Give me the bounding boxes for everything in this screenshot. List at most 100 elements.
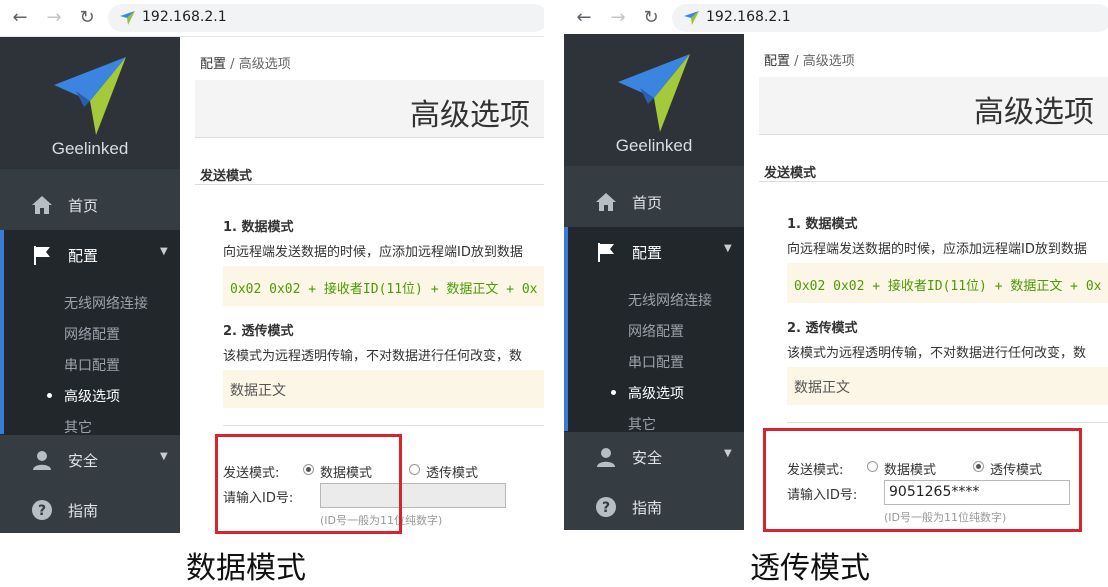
home-icon [596, 193, 616, 211]
breadcrumb-current: 高级选项 [802, 54, 855, 69]
nav-item-config[interactable]: 配置 ▼ [564, 227, 744, 277]
brand-name: Geelinked [615, 136, 693, 155]
submenu-item-network[interactable]: 网络配置 [64, 324, 120, 344]
radio-transparent-mode[interactable] [409, 464, 420, 475]
nav-item-home[interactable]: 首页 [0, 180, 180, 230]
nav-label: 安全 [632, 449, 663, 467]
nav-item-home[interactable]: 首页 [564, 177, 744, 227]
breadcrumb: 配置 / 高级选项 [764, 50, 855, 69]
mode2-description: 该模式为远程透明传输，不对数据进行任何改变，数 [223, 349, 523, 364]
config-submenu: 无线网络连接 网络配置 串口配置 高级选项 其它 [564, 277, 744, 434]
reload-icon[interactable]: ↻ [77, 7, 97, 28]
address-bar[interactable]: 192.168.2.1 [108, 4, 544, 32]
submenu-item-wifi[interactable]: 无线网络连接 [64, 293, 148, 313]
nav-item-guide[interactable]: ? 指南 [564, 482, 744, 532]
site-favicon-icon [684, 11, 699, 25]
address-bar[interactable]: 192.168.2.1 [672, 4, 1108, 32]
caret-down-icon: ▼ [724, 448, 732, 459]
site-favicon-icon [120, 11, 135, 25]
nav-item-security[interactable]: 安全 ▼ [564, 432, 744, 482]
forward-arrow-icon[interactable]: → [608, 7, 628, 28]
nav-label: 首页 [68, 197, 99, 215]
browser-toolbar: ← → ↻ 192.168.2.1 [0, 0, 544, 37]
breadcrumb-parent[interactable]: 配置 [200, 57, 226, 72]
panel-data-mode: ← → ↻ 192.168.2.1 Geelinked 首页 配置 ▼ 无线网络… [0, 0, 544, 587]
brand-area: Geelinked [0, 37, 180, 169]
submenu-item-advanced[interactable]: 高级选项 [628, 383, 684, 403]
caption-transparent-mode: 透传模式 [750, 551, 870, 586]
mode1-code: 0x02 0x02 + 接收者ID(11位) + 数据正文 + 0x [794, 279, 1102, 294]
user-icon [33, 451, 51, 470]
nav-menu: 首页 配置 ▼ 无线网络连接 网络配置 串口配置 高级选项 其它 安全 ▼ ? … [0, 169, 180, 533]
page-header: 高级选项 [759, 77, 1108, 135]
breadcrumb: 配置 / 高级选项 [200, 53, 291, 72]
flag-icon [598, 243, 614, 262]
nav-label: 指南 [632, 499, 663, 517]
help-icon: ? [596, 497, 616, 517]
active-indicator [0, 230, 4, 434]
brand-area: Geelinked [564, 34, 744, 166]
breadcrumb-sep: / [230, 57, 235, 72]
url-text: 192.168.2.1 [142, 9, 227, 25]
section-title: 发送模式 [764, 166, 817, 181]
mode2-body: 数据正文 [230, 383, 286, 399]
nav-item-config[interactable]: 配置 ▼ [0, 230, 180, 280]
submenu-item-wifi[interactable]: 无线网络连接 [628, 290, 712, 310]
user-icon [597, 448, 615, 467]
mode1-heading: 1. 数据模式 [787, 217, 858, 232]
geelinked-logo-icon [54, 57, 126, 135]
browser-toolbar: ← → ↻ 192.168.2.1 [564, 0, 1108, 37]
breadcrumb-sep: / [794, 54, 799, 69]
back-arrow-icon[interactable]: ← [574, 7, 594, 28]
submenu-item-other[interactable]: 其它 [64, 417, 92, 437]
nav-item-guide[interactable]: ? 指南 [0, 485, 180, 535]
divider [759, 181, 1108, 182]
submenu-item-advanced[interactable]: 高级选项 [64, 386, 120, 406]
back-arrow-icon[interactable]: ← [10, 7, 30, 28]
svg-text:?: ? [38, 503, 46, 519]
sidebar: Geelinked 首页 配置 ▼ 无线网络连接 网络配置 串口配置 高级选项 … [0, 37, 180, 533]
mode2-body-block: 数据正文 [223, 370, 544, 408]
home-icon [32, 196, 52, 214]
nav-label: 配置 [632, 244, 663, 262]
submenu-item-serial[interactable]: 串口配置 [64, 355, 120, 375]
submenu-item-other[interactable]: 其它 [628, 414, 656, 434]
nav-label: 配置 [68, 247, 99, 265]
mode2-body-block: 数据正文 [787, 367, 1108, 405]
current-bullet-icon [611, 390, 616, 395]
forward-arrow-icon[interactable]: → [44, 7, 64, 28]
geelinked-logo-icon [618, 54, 690, 132]
submenu-item-serial[interactable]: 串口配置 [628, 352, 684, 372]
mode1-heading: 1. 数据模式 [223, 220, 294, 235]
flag-icon [34, 246, 50, 265]
help-icon: ? [32, 500, 52, 520]
caret-down-icon: ▼ [160, 246, 168, 257]
caret-down-icon: ▼ [160, 451, 168, 462]
svg-text:?: ? [602, 500, 610, 516]
nav-menu: 首页 配置 ▼ 无线网络连接 网络配置 串口配置 高级选项 其它 安全 ▼ ? … [564, 166, 744, 530]
section-title: 发送模式 [200, 169, 253, 184]
mode1-description: 向远程端发送数据的时候，应添加远程端ID放到数据 [787, 242, 1087, 257]
breadcrumb-current: 高级选项 [238, 57, 291, 72]
url-text: 192.168.2.1 [706, 9, 791, 25]
sidebar: Geelinked 首页 配置 ▼ 无线网络连接 网络配置 串口配置 高级选项 … [564, 34, 744, 530]
mode1-code-block: 0x02 0x02 + 接收者ID(11位) + 数据正文 + 0x [223, 266, 544, 306]
nav-label: 安全 [68, 452, 99, 470]
caret-down-icon: ▼ [724, 243, 732, 254]
mode1-description: 向远程端发送数据的时候，应添加远程端ID放到数据 [223, 245, 523, 260]
divider [787, 422, 1108, 423]
panel-transparent-mode: ← → ↻ 192.168.2.1 Geelinked 首页 配置 ▼ 无线网络… [564, 0, 1108, 587]
divider [223, 425, 544, 426]
mode1-code-block: 0x02 0x02 + 接收者ID(11位) + 数据正文 + 0x [787, 263, 1108, 303]
highlight-box [763, 428, 1082, 532]
brand-name: Geelinked [51, 139, 129, 158]
reload-icon[interactable]: ↻ [641, 7, 661, 28]
breadcrumb-parent[interactable]: 配置 [764, 54, 790, 69]
mode2-description: 该模式为远程透明传输，不对数据进行任何改变，数 [787, 346, 1087, 361]
nav-item-security[interactable]: 安全 ▼ [0, 435, 180, 485]
active-indicator [564, 227, 568, 431]
submenu-item-network[interactable]: 网络配置 [628, 321, 684, 341]
highlight-box [215, 434, 402, 534]
page-header: 高级选项 [195, 80, 544, 138]
radio-transparent-mode-label[interactable]: 透传模式 [426, 462, 478, 481]
